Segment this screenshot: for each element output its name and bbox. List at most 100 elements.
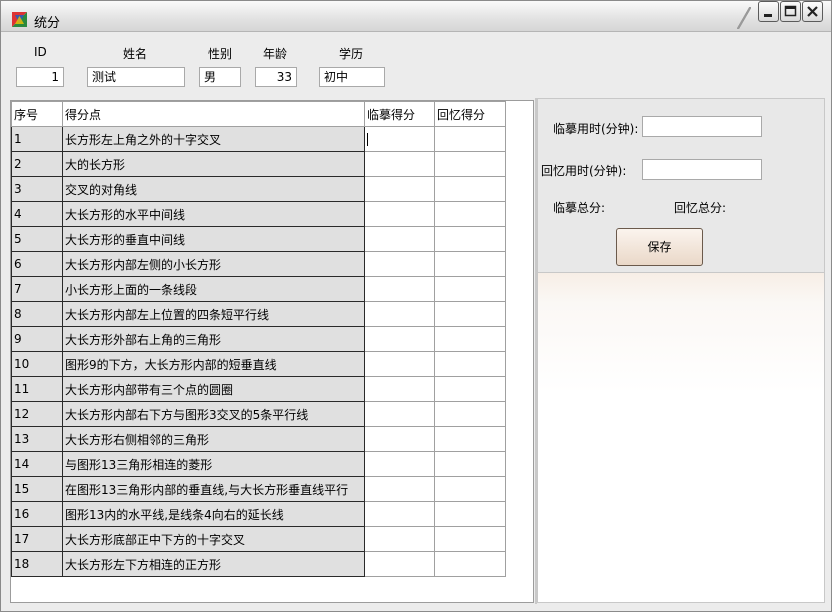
recall-score-cell[interactable] (434, 251, 506, 277)
copy-score-cell[interactable] (364, 401, 435, 427)
recall-score-cell[interactable] (434, 301, 506, 327)
score-point-cell[interactable]: 与图形13三角形相连的菱形 (62, 451, 365, 477)
table-row[interactable]: 18 大长方形左下方相连的正方形 (11, 551, 506, 577)
row-number-cell[interactable]: 16 (11, 501, 63, 527)
table-row[interactable]: 14 与图形13三角形相连的菱形 (11, 451, 506, 477)
recall-score-cell[interactable] (434, 126, 506, 152)
recall-score-cell[interactable] (434, 401, 506, 427)
score-point-cell[interactable]: 大的长方形 (62, 151, 365, 177)
minimize-button[interactable] (758, 1, 779, 22)
age-field[interactable]: 33 (255, 67, 297, 87)
score-point-cell[interactable]: 图形13内的水平线,是线条4向右的延长线 (62, 501, 365, 527)
copy-score-cell[interactable] (364, 476, 435, 502)
recall-time-input[interactable] (642, 159, 762, 180)
row-number-cell[interactable]: 7 (11, 276, 63, 302)
table-row[interactable]: 11 大长方形内部带有三个点的圆圈 (11, 376, 506, 402)
score-point-cell[interactable]: 大长方形的垂直中间线 (62, 226, 365, 252)
copy-score-cell[interactable] (364, 501, 435, 527)
row-number-cell[interactable]: 18 (11, 551, 63, 577)
score-point-cell[interactable]: 在图形13三角形内部的垂直线,与大长方形垂直线平行 (62, 476, 365, 502)
education-field[interactable]: 初中 (319, 67, 385, 87)
recall-score-cell[interactable] (434, 426, 506, 452)
table-row[interactable]: 12 大长方形内部右下方与图形3交叉的5条平行线 (11, 401, 506, 427)
score-point-cell[interactable]: 大长方形内部带有三个点的圆圈 (62, 376, 365, 402)
row-number-cell[interactable]: 3 (11, 176, 63, 202)
recall-score-cell[interactable] (434, 151, 506, 177)
recall-score-cell[interactable] (434, 376, 506, 402)
table-row[interactable]: 3 交叉的对角线 (11, 176, 506, 202)
recall-score-cell[interactable] (434, 276, 506, 302)
score-point-cell[interactable]: 大长方形底部正中下方的十字交叉 (62, 526, 365, 552)
recall-score-cell[interactable] (434, 501, 506, 527)
row-number-cell[interactable]: 11 (11, 376, 63, 402)
recall-score-cell[interactable] (434, 326, 506, 352)
score-point-cell[interactable]: 大长方形外部右上角的三角形 (62, 326, 365, 352)
table-row[interactable]: 7 小长方形上面的一条线段 (11, 276, 506, 302)
score-point-cell[interactable]: 大长方形内部左上位置的四条短平行线 (62, 301, 365, 327)
copy-time-input[interactable] (642, 116, 762, 137)
save-button[interactable]: 保存 (616, 228, 703, 266)
score-point-cell[interactable]: 交叉的对角线 (62, 176, 365, 202)
row-number-cell[interactable]: 17 (11, 526, 63, 552)
score-point-cell[interactable]: 小长方形上面的一条线段 (62, 276, 365, 302)
table-row[interactable]: 13 大长方形右侧相邻的三角形 (11, 426, 506, 452)
table-row[interactable]: 4 大长方形的水平中间线 (11, 201, 506, 227)
row-number-cell[interactable]: 4 (11, 201, 63, 227)
recall-score-cell[interactable] (434, 176, 506, 202)
table-row[interactable]: 2 大的长方形 (11, 151, 506, 177)
id-field[interactable]: 1 (16, 67, 64, 87)
row-number-cell[interactable]: 13 (11, 426, 63, 452)
copy-score-cell[interactable] (364, 426, 435, 452)
row-number-cell[interactable]: 1 (11, 126, 63, 152)
row-number-cell[interactable]: 12 (11, 401, 63, 427)
table-row[interactable]: 16 图形13内的水平线,是线条4向右的延长线 (11, 501, 506, 527)
score-point-cell[interactable]: 大长方形内部右下方与图形3交叉的5条平行线 (62, 401, 365, 427)
copy-score-cell[interactable] (364, 376, 435, 402)
row-number-cell[interactable]: 15 (11, 476, 63, 502)
recall-score-cell[interactable] (434, 476, 506, 502)
recall-score-cell[interactable] (434, 201, 506, 227)
recall-score-cell[interactable] (434, 226, 506, 252)
col-header-no[interactable]: 序号 (11, 101, 63, 127)
row-number-cell[interactable]: 9 (11, 326, 63, 352)
recall-score-cell[interactable] (434, 351, 506, 377)
copy-score-cell[interactable] (364, 276, 435, 302)
table-row[interactable]: 9 大长方形外部右上角的三角形 (11, 326, 506, 352)
score-point-cell[interactable]: 大长方形左下方相连的正方形 (62, 551, 365, 577)
copy-score-cell[interactable] (364, 326, 435, 352)
row-number-cell[interactable]: 10 (11, 351, 63, 377)
table-row[interactable]: 8 大长方形内部左上位置的四条短平行线 (11, 301, 506, 327)
copy-score-cell[interactable] (364, 151, 435, 177)
copy-score-cell[interactable] (364, 526, 435, 552)
table-row[interactable]: 6 大长方形内部左侧的小长方形 (11, 251, 506, 277)
score-point-cell[interactable]: 大长方形内部左侧的小长方形 (62, 251, 365, 277)
copy-score-cell[interactable] (364, 126, 435, 152)
row-number-cell[interactable]: 5 (11, 226, 63, 252)
row-number-cell[interactable]: 8 (11, 301, 63, 327)
recall-score-cell[interactable] (434, 526, 506, 552)
copy-score-cell[interactable] (364, 551, 435, 577)
maximize-button[interactable] (780, 1, 801, 22)
recall-score-cell[interactable] (434, 451, 506, 477)
score-point-cell[interactable]: 图形9的下方，大长方形内部的短垂直线 (62, 351, 365, 377)
row-number-cell[interactable]: 6 (11, 251, 63, 277)
close-button[interactable] (802, 1, 823, 22)
col-header-recall-score[interactable]: 回忆得分 (434, 101, 506, 127)
gender-field[interactable]: 男 (199, 67, 241, 87)
table-row[interactable]: 10 图形9的下方，大长方形内部的短垂直线 (11, 351, 506, 377)
copy-score-cell[interactable] (364, 351, 435, 377)
col-header-point[interactable]: 得分点 (62, 101, 365, 127)
name-field[interactable]: 测试 (87, 67, 185, 87)
copy-score-cell[interactable] (364, 301, 435, 327)
row-number-cell[interactable]: 2 (11, 151, 63, 177)
score-point-cell[interactable]: 大长方形右侧相邻的三角形 (62, 426, 365, 452)
score-point-cell[interactable]: 大长方形的水平中间线 (62, 201, 365, 227)
copy-score-cell[interactable] (364, 201, 435, 227)
table-row[interactable]: 5 大长方形的垂直中间线 (11, 226, 506, 252)
copy-score-cell[interactable] (364, 176, 435, 202)
table-row[interactable]: 15 在图形13三角形内部的垂直线,与大长方形垂直线平行 (11, 476, 506, 502)
recall-score-cell[interactable] (434, 551, 506, 577)
copy-score-cell[interactable] (364, 251, 435, 277)
copy-score-cell[interactable] (364, 451, 435, 477)
score-point-cell[interactable]: 长方形左上角之外的十字交叉 (62, 126, 365, 152)
